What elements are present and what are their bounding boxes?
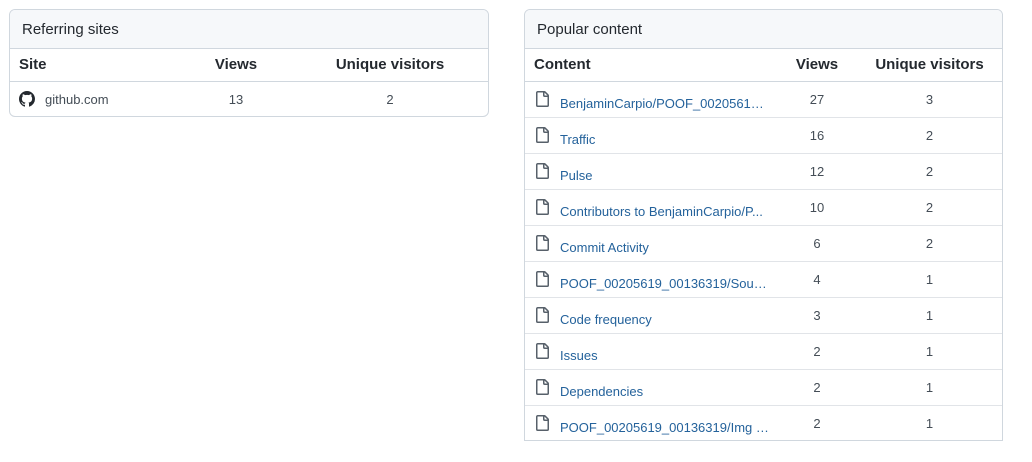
views-value: 16 [809,127,825,143]
unique-visitors-value: 1 [925,379,934,395]
content-link[interactable]: Traffic [560,132,595,147]
content-link[interactable]: BenjaminCarpio/POOF_00205619_... [560,96,770,111]
file-icon [534,307,550,323]
content-link[interactable]: Contributors to BenjaminCarpio/P... [560,204,763,219]
file-icon [534,415,550,432]
table-row: Pulse 12 2 [525,153,1002,189]
table-header-row: Content Views Unique visitors [525,49,1002,81]
file-icon [534,163,550,179]
unique-visitors-value: 1 [925,343,934,359]
popular-content-table: Content Views Unique visitors BenjaminCa… [525,49,1002,440]
views-value: 4 [813,271,821,287]
popular-content-title: Popular content [525,10,1002,49]
file-icon [534,343,550,359]
unique-visitors-value: 1 [925,415,934,431]
content-link[interactable]: Pulse [560,168,593,183]
unique-visitors-value: 2 [925,235,934,251]
content-link[interactable]: Issues [560,348,598,363]
table-row: Issues 2 1 [525,333,1002,369]
views-value: 13 [228,91,244,107]
views-value: 27 [809,91,825,107]
file-icon [534,199,550,215]
file-icon [534,91,550,107]
column-header-unique-visitors: Unique visitors [335,56,445,74]
table-row: Commit Activity 6 2 [525,225,1002,261]
column-header-content: Content [534,56,591,74]
unique-visitors-value: 1 [925,271,934,287]
content-link[interactable]: Code frequency [560,312,652,327]
file-icon [534,127,550,143]
views-value: 3 [813,307,821,323]
table-row: POOF_00205619_00136319/Img a... 2 1 [525,405,1002,440]
views-value: 2 [813,415,821,431]
file-icon [534,271,550,287]
views-value: 10 [809,199,825,215]
unique-visitors-value: 3 [925,91,934,107]
unique-visitors-value: 2 [925,163,934,179]
referring-sites-title: Referring sites [10,10,488,49]
site-name: github.com [45,91,109,107]
table-header-row: Site Views Unique visitors [10,49,488,81]
column-header-site: Site [19,56,47,74]
content-link[interactable]: POOF_00205619_00136319/Img a... [560,420,770,435]
views-value: 2 [813,379,821,395]
popular-content-panel: Popular content Content Views Unique vis… [524,9,1003,441]
table-row: Contributors to BenjaminCarpio/P... 10 2 [525,189,1002,225]
file-icon [534,379,550,395]
content-link[interactable]: Dependencies [560,384,643,399]
github-icon [19,91,35,107]
column-header-unique-visitors: Unique visitors [875,56,984,74]
table-row: POOF_00205619_00136319/Sourc... 4 1 [525,261,1002,297]
table-row: Code frequency 3 1 [525,297,1002,333]
unique-visitors-value: 1 [925,307,934,323]
table-row: Traffic 16 2 [525,117,1002,153]
views-value: 2 [813,343,821,359]
table-row: Dependencies 2 1 [525,369,1002,405]
referring-sites-table: Site Views Unique visitors github.com 13… [10,49,488,116]
views-value: 6 [813,235,821,251]
content-link[interactable]: POOF_00205619_00136319/Sourc... [560,276,770,291]
content-link[interactable]: Commit Activity [560,240,649,255]
views-value: 12 [809,163,825,179]
unique-visitors-value: 2 [925,199,934,215]
referring-sites-panel: Referring sites Site Views Unique visito… [9,9,489,117]
table-row: BenjaminCarpio/POOF_00205619_... 27 3 [525,81,1002,117]
unique-visitors-value: 2 [386,91,394,107]
unique-visitors-value: 2 [925,127,934,143]
table-row: github.com 13 2 [10,81,488,116]
column-header-views: Views [214,56,258,74]
column-header-views: Views [795,56,839,74]
file-icon [534,235,550,251]
